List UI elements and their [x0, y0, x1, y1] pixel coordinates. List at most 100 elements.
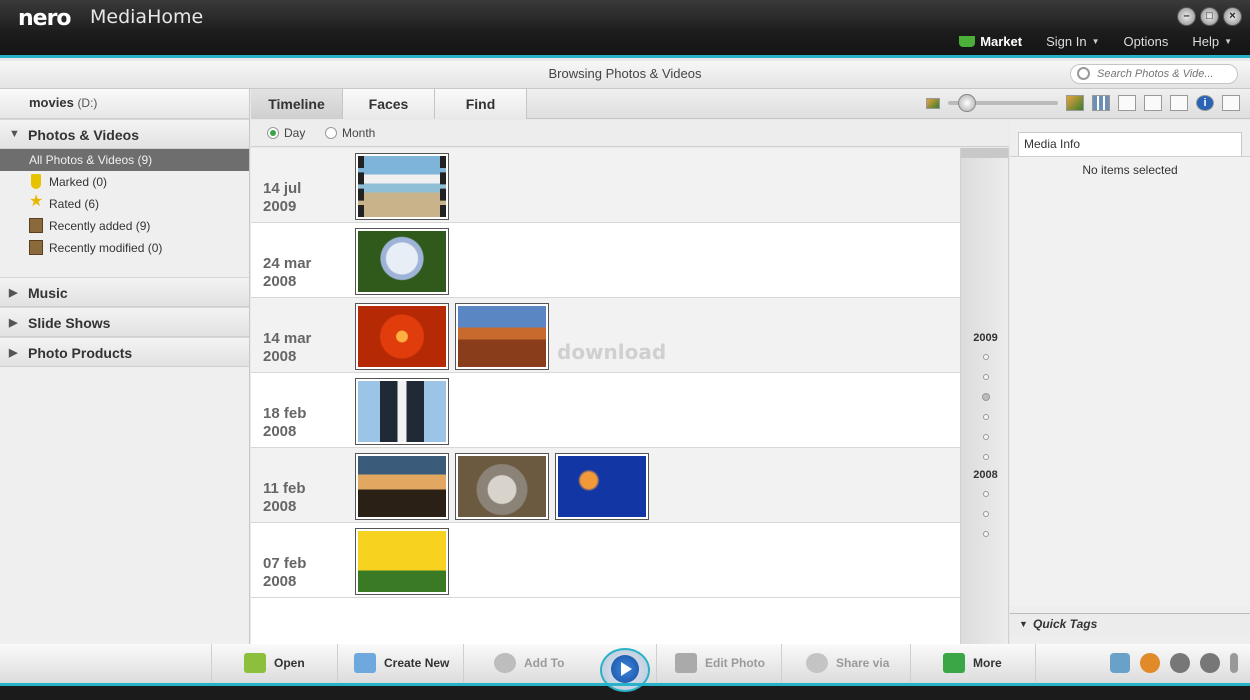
media-thumbnail[interactable]	[355, 153, 449, 220]
burn-disc-icon[interactable]	[1140, 653, 1160, 673]
help-menu[interactable]: Help ▼	[1192, 34, 1232, 49]
share-icon	[806, 653, 828, 673]
timeline-row: 07 feb 2008	[251, 523, 960, 598]
timeline-row: 24 mar 2008	[251, 223, 960, 298]
maximize-icon[interactable]: □	[1200, 7, 1219, 26]
empty-message: No items selected	[1082, 163, 1178, 177]
create-new-button[interactable]: Create New	[337, 644, 463, 682]
sign-in-menu[interactable]: Sign In ▼	[1046, 34, 1099, 49]
bottom-right-icons	[1110, 653, 1238, 673]
koala-thumbnail	[458, 456, 546, 517]
media-thumbnail[interactable]	[355, 303, 449, 370]
tab-faces[interactable]: Faces	[343, 89, 435, 119]
timeline-dot[interactable]	[983, 454, 989, 460]
timeline-dot[interactable]	[983, 491, 989, 497]
zoom-icon[interactable]	[1144, 95, 1162, 111]
browse-title: Browsing Photos & Videos	[548, 66, 702, 81]
sort-icon[interactable]	[1170, 95, 1188, 111]
rotate-right-icon[interactable]	[1200, 653, 1220, 673]
edit-photo-button[interactable]: Edit Photo	[656, 644, 781, 682]
open-label: Open	[274, 656, 305, 670]
help-label: Help	[1192, 34, 1220, 49]
timeline-row: 14 jul 2009	[251, 148, 960, 223]
sidebar-item-label: Rated (6)	[49, 197, 100, 211]
month-radio[interactable]: Month	[325, 126, 375, 140]
year-label[interactable]: 2008	[961, 469, 1010, 481]
browse-bar: Browsing Photos & Videos	[0, 61, 1250, 89]
media-thumbnail[interactable]	[355, 228, 449, 295]
timeline-dot[interactable]	[983, 434, 989, 440]
year-label[interactable]: 2009	[961, 332, 1010, 344]
drive-selector[interactable]: movies (D:)	[0, 89, 249, 119]
list-view-icon[interactable]	[1118, 95, 1136, 111]
sidebar-item-rated[interactable]: ★ Rated (6)	[0, 193, 249, 215]
date-day: 14 mar	[263, 330, 312, 347]
thumbnail-size-slider[interactable]	[948, 94, 1058, 112]
date-year: 2008	[263, 348, 297, 365]
tag-icon[interactable]	[1230, 653, 1238, 673]
day-radio[interactable]: Day	[267, 126, 305, 140]
media-thumbnail[interactable]	[455, 303, 549, 370]
sidebar-item-recently-modified[interactable]: Recently modified (0)	[0, 237, 249, 259]
year-scroller[interactable]: 2009 2008	[960, 148, 1009, 644]
media-thumbnail[interactable]	[355, 453, 449, 520]
close-icon[interactable]: ×	[1223, 7, 1242, 26]
sidebar-item-marked[interactable]: Marked (0)	[0, 171, 249, 193]
market-label: Market	[980, 34, 1023, 49]
quick-tags-header[interactable]: ▼ Quick Tags	[1010, 613, 1250, 635]
grid-view-icon[interactable]	[1092, 95, 1110, 111]
add-to-button[interactable]: Add To	[463, 644, 591, 682]
create-new-label: Create New	[384, 656, 450, 670]
section-photo-products[interactable]: ▶ Photo Products	[0, 337, 249, 367]
view-toolbar: i	[926, 94, 1240, 112]
date-day: 14 jul	[263, 180, 302, 197]
sidebar-item-recently-added[interactable]: Recently added (9)	[0, 215, 249, 237]
radio-dot	[325, 127, 337, 139]
media-thumbnail[interactable]	[455, 453, 549, 520]
tab-find[interactable]: Find	[435, 89, 527, 119]
minimize-icon[interactable]: –	[1177, 7, 1196, 26]
section-label: Photos & Videos	[28, 127, 139, 143]
section-photos-videos[interactable]: ▼ Photos & Videos	[0, 119, 249, 149]
accent-line	[0, 683, 1250, 686]
timeline-dot[interactable]	[983, 354, 989, 360]
view-options: Day Month	[251, 120, 1009, 147]
search-input[interactable]	[1097, 68, 1227, 80]
market-button[interactable]: Market	[959, 34, 1022, 49]
share-via-button[interactable]: Share via	[781, 644, 910, 682]
section-music[interactable]: ▶ Music	[0, 277, 249, 307]
timeline-dot[interactable]	[983, 511, 989, 517]
hydrangea-thumbnail	[358, 231, 446, 292]
media-info-tab[interactable]: Media Info	[1018, 132, 1242, 156]
user-share-icon[interactable]	[1222, 95, 1240, 111]
slider-handle[interactable]	[958, 94, 976, 112]
timeline-dot[interactable]	[983, 414, 989, 420]
chevron-down-icon: ▼	[1019, 619, 1028, 629]
rotate-left-icon[interactable]	[1170, 653, 1190, 673]
section-slide-shows[interactable]: ▶ Slide Shows	[0, 307, 249, 337]
section-label: Slide Shows	[28, 315, 111, 331]
timeline-dot[interactable]	[982, 393, 990, 401]
edit-photo-label: Edit Photo	[705, 656, 765, 670]
options-menu[interactable]: Options	[1124, 34, 1169, 49]
date-year: 2008	[263, 498, 297, 515]
info-icon[interactable]: i	[1196, 95, 1214, 111]
month-label: Month	[342, 126, 376, 140]
media-thumbnail[interactable]	[555, 453, 649, 520]
sidebar-item-all-photos[interactable]: All Photos & Videos (9)	[0, 149, 249, 171]
more-button[interactable]: More	[910, 644, 1036, 682]
media-thumbnail[interactable]	[355, 528, 449, 595]
timeline-dot[interactable]	[983, 374, 989, 380]
row-date: 14 mar 2008	[263, 330, 311, 366]
tab-bar: Timeline Faces Find i	[251, 89, 1250, 119]
drive-letter: (D:)	[77, 96, 98, 110]
timeline-row: 11 feb 2008	[251, 448, 960, 523]
play-icon	[611, 655, 639, 683]
open-button[interactable]: Open	[211, 644, 337, 682]
tab-timeline[interactable]: Timeline	[251, 89, 343, 119]
media-thumbnail[interactable]	[355, 378, 449, 445]
chevron-right-icon: ▶	[9, 347, 18, 359]
timeline-dot[interactable]	[983, 531, 989, 537]
monitor-icon[interactable]	[1110, 653, 1130, 673]
search-box[interactable]	[1070, 64, 1238, 84]
